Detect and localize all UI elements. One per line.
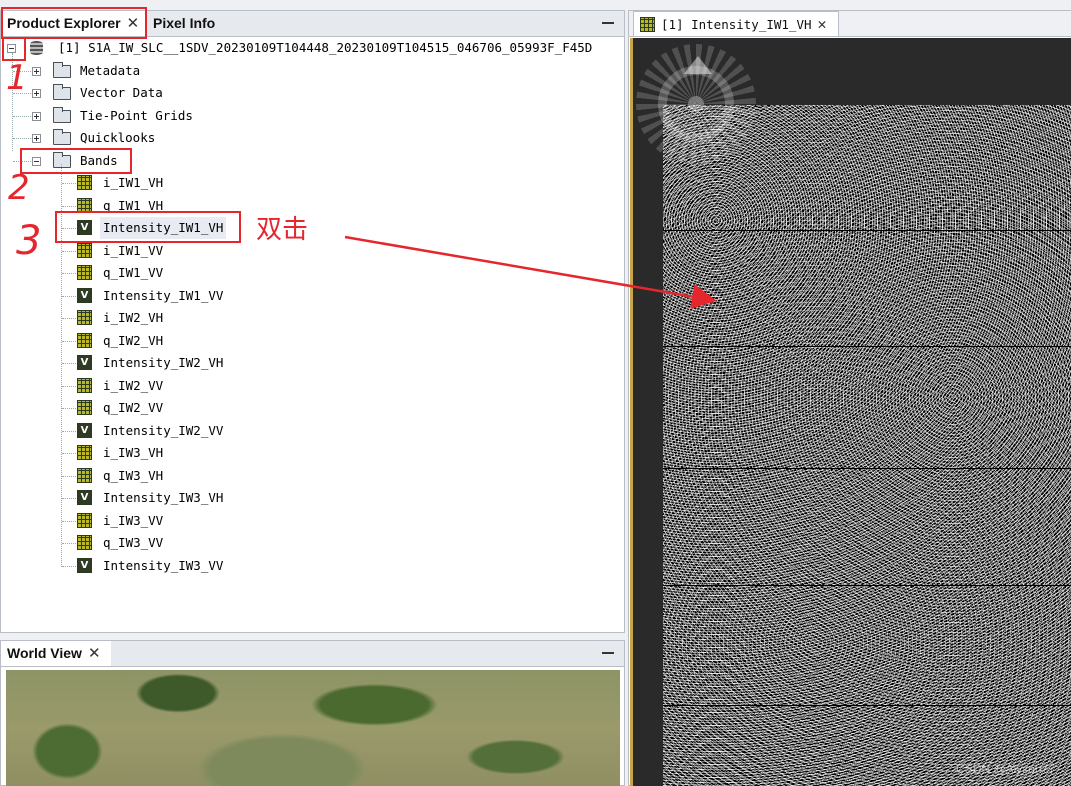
annotation-arrow	[344, 235, 717, 309]
